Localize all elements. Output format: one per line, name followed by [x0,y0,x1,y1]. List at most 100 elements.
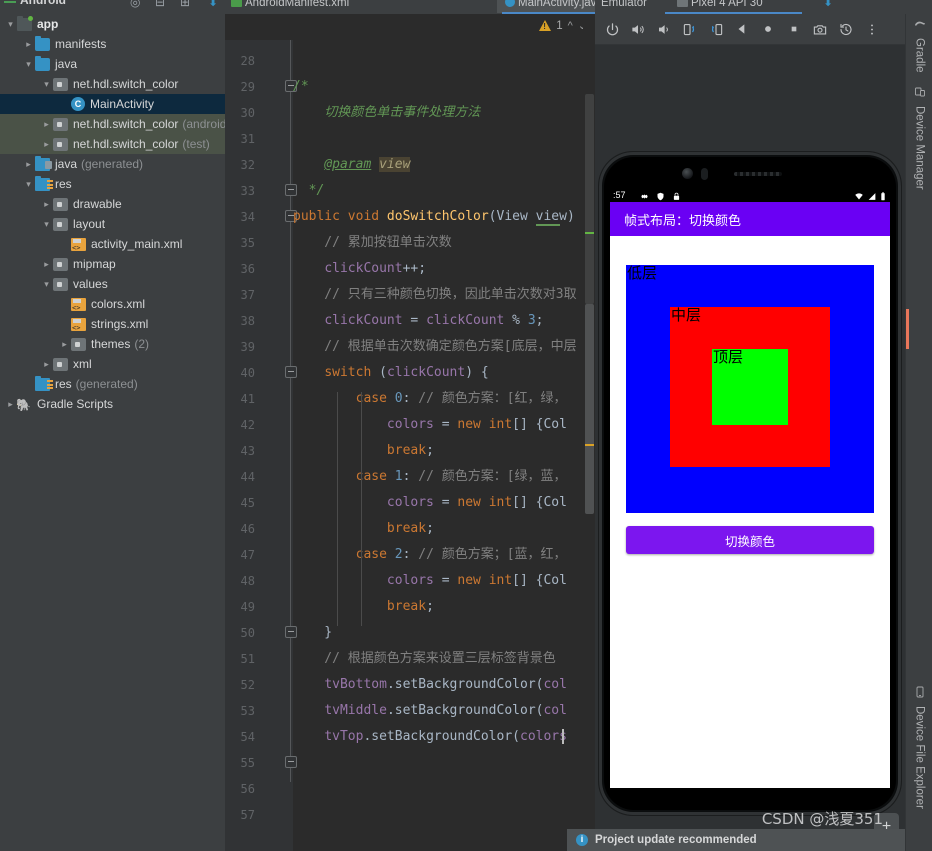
expand-all-icon[interactable]: ⊞ [180,0,190,9]
code-line[interactable]: /* [293,80,309,94]
code-line[interactable]: // 只有三种颜色切换，因此单击次数对3取 [293,288,576,302]
code-line[interactable]: colors = new int[] {Col [293,574,567,588]
tree-item-activity_main-xml[interactable]: activity_main.xml [0,234,225,254]
status-notification[interactable]: Project update recommended [567,829,905,851]
tool-button-device-manager[interactable]: Device Manager [906,82,932,217]
screenshot-icon[interactable] [809,18,831,40]
tree-item-res[interactable]: res [0,174,225,194]
chevron-right-icon[interactable] [40,114,53,134]
code-line[interactable]: } [293,626,332,640]
code-line[interactable]: switch (clickCount) { [293,366,488,380]
rotate-left-icon[interactable] [679,18,701,40]
code-line[interactable]: public void doSwitchColor(View view) { [293,210,590,224]
tree-item-java[interactable]: java(generated) [0,154,225,174]
emulator-stage[interactable]: :57 帧式布局：切换颜色 低层 中层 顶层 切换颜色 + CSDN @浅夏35… [595,45,905,851]
volume-down-icon[interactable] [653,18,675,40]
emulator-panel[interactable]: :57 帧式布局：切换颜色 低层 中层 顶层 切换颜色 + CSDN @浅夏35… [595,14,905,851]
power-icon[interactable] [601,18,623,40]
tree-item-strings-xml[interactable]: strings.xml [0,314,225,334]
tree-item-mainactivity[interactable]: MainActivity [0,94,225,114]
inspection-widget[interactable]: 1 ^ ⌄ [539,19,587,32]
prev-problem-icon[interactable]: ^ [568,20,573,32]
editor-scrollbar[interactable] [583,14,595,851]
tree-item-res[interactable]: res (generated) [0,374,225,394]
hide-emulator-panel-icon[interactable]: ⬇ [823,0,833,9]
right-tool-window-strip[interactable]: Gradle Device Manager Device File Explor… [905,14,932,851]
app-content[interactable]: 低层 中层 顶层 切换颜色 [610,236,890,788]
chevron-right-icon[interactable] [40,194,53,214]
code-line[interactable]: case 1: // 颜色方案：[绿，蓝， [293,470,567,484]
code-line[interactable]: break; [293,444,434,458]
tree-item-mipmap[interactable]: mipmap [0,254,225,274]
tree-item-net-hdl-switch_color[interactable]: net.hdl.switch_color(test) [0,134,225,154]
code-line[interactable]: */ [293,184,325,198]
collapse-all-icon[interactable]: ⊟ [155,0,165,9]
tree-item-gradle-scripts[interactable]: Gradle Scripts [0,394,225,415]
layer-top[interactable]: 顶层 [712,348,788,425]
switch-color-button[interactable]: 切换颜色 [626,526,874,554]
chevron-down-icon[interactable] [40,274,53,294]
code-line[interactable]: // 根据单击次数确定颜色方案[底层，中层 [293,340,576,354]
emulator-toolbar[interactable] [595,14,905,45]
chevron-down-icon[interactable] [40,74,53,94]
home-icon[interactable] [757,18,779,40]
project-view-label[interactable]: Android [20,0,66,7]
volume-up-icon[interactable] [627,18,649,40]
gesture-nav-pill[interactable] [705,775,795,778]
tree-item-drawable[interactable]: drawable [0,194,225,214]
code-line[interactable]: 切换颜色单击事件处理方法 [293,106,480,120]
tree-item-java[interactable]: java [0,54,225,74]
code-line[interactable]: clickCount++; [293,262,426,276]
more-icon[interactable] [861,18,883,40]
code-line[interactable]: tvMiddle.setBackgroundColor(col [293,704,567,718]
hide-panel-icon[interactable]: ⬇ [208,0,218,9]
project-tree-panel[interactable]: app manifests java net.hdl.switch_color Main… [0,14,225,851]
tree-item-xml[interactable]: xml [0,354,225,374]
editor-code-area[interactable]: /* 切换颜色单击事件处理方法 @param view */ public voi… [293,14,595,851]
history-icon[interactable] [835,18,857,40]
code-line[interactable]: // 累加按钮单击次数 [293,236,452,250]
tree-item-net-hdl-switch_color[interactable]: net.hdl.switch_color(androidTest) [0,114,225,134]
project-toolbar[interactable]: Android ◎ ⊟ ⊞ ⬇ [0,0,225,14]
tab-emulator[interactable]: Emulator [601,0,647,13]
rotate-right-icon[interactable] [705,18,727,40]
chevron-right-icon[interactable] [58,334,71,354]
code-line[interactable]: tvTop.setBackgroundColor(colors [293,730,567,744]
tab-androidmanifest[interactable]: AndroidManifest.xml [231,0,349,13]
chevron-right-icon[interactable] [40,254,53,274]
editor-gutter[interactable]: 2728293031323334353637383940414243444546… [225,14,297,851]
code-line[interactable]: break; [293,522,434,536]
code-line[interactable]: clickCount = clickCount % 3; [293,314,543,328]
code-line[interactable]: case 0: // 颜色方案：[红，绿， [293,392,567,406]
tool-button-device-file-explorer[interactable]: Device File Explorer [906,682,932,842]
tree-item-colors-xml[interactable]: colors.xml [0,294,225,314]
code-line[interactable]: @param view [293,157,411,172]
back-icon[interactable] [731,18,753,40]
code-line[interactable]: colors = new int[] {Col [293,418,567,432]
chevron-down-icon[interactable] [4,14,17,34]
chevron-right-icon[interactable] [22,154,35,174]
tool-button-gradle[interactable]: Gradle [906,14,932,84]
code-line[interactable]: // 根据颜色方案来设置三层标签背景色 [293,652,556,666]
code-line[interactable]: colors = new int[] {Col [293,496,567,510]
chevron-right-icon[interactable] [22,34,35,54]
emulated-device[interactable]: :57 帧式布局：切换颜色 低层 中层 顶层 切换颜色 [599,152,901,815]
chevron-down-icon[interactable] [22,174,35,194]
code-line[interactable]: tvBottom.setBackgroundColor(col [293,678,567,692]
device-screen[interactable]: :57 帧式布局：切换颜色 低层 中层 顶层 切换颜色 [610,188,890,788]
tree-item-layout[interactable]: layout [0,214,225,234]
code-line[interactable]: case 2: // 颜色方案；[蓝，红， [293,548,567,562]
tree-item-manifests[interactable]: manifests [0,34,225,54]
tree-item-net-hdl-switch_color[interactable]: net.hdl.switch_color [0,74,225,94]
locate-icon[interactable]: ◎ [130,0,140,9]
editor-scrollbar-thumb[interactable] [585,304,594,514]
code-editor[interactable]: 2728293031323334353637383940414243444546… [225,14,595,851]
overview-icon[interactable] [783,18,805,40]
chevron-down-icon[interactable] [40,214,53,234]
chevron-right-icon[interactable] [40,134,53,154]
code-line[interactable]: break; [293,600,434,614]
chevron-right-icon[interactable] [40,354,53,374]
tree-item-app[interactable]: app [0,14,225,34]
chevron-down-icon[interactable] [22,54,35,74]
tree-item-themes[interactable]: themes(2) [0,334,225,354]
